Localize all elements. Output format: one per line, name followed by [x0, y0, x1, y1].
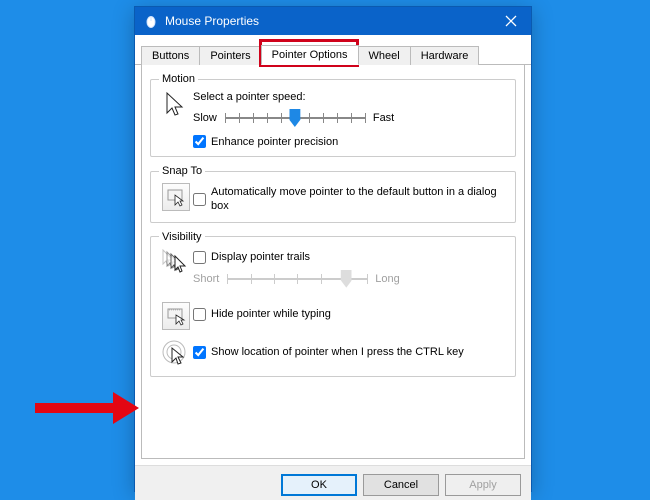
close-button[interactable] — [491, 7, 531, 35]
mouse-properties-window: Mouse Properties Buttons Pointers Pointe… — [134, 6, 532, 492]
tab-hardware[interactable]: Hardware — [410, 46, 480, 65]
tab-buttons[interactable]: Buttons — [141, 46, 200, 65]
desktop: Mouse Properties Buttons Pointers Pointe… — [0, 0, 650, 500]
enhance-precision-checkbox[interactable] — [193, 135, 206, 148]
tab-pointer-options[interactable]: Pointer Options — [261, 45, 359, 65]
show-location-icon — [159, 340, 193, 368]
trails-short-label: Short — [193, 273, 219, 285]
motion-cursor-icon — [159, 91, 193, 121]
legend-snap-to: Snap To — [159, 165, 205, 177]
hide-while-typing-checkbox[interactable] — [193, 308, 206, 321]
trails-long-label: Long — [375, 273, 399, 285]
snap-to-icon — [159, 183, 193, 211]
apply-button: Apply — [445, 474, 521, 496]
hide-while-typing-label[interactable]: Hide pointer while typing — [211, 308, 331, 320]
display-trails-label[interactable]: Display pointer trails — [211, 251, 310, 263]
group-visibility: Visibility Display pointer tr — [150, 231, 516, 377]
dialog-button-bar: OK Cancel Apply — [135, 465, 531, 500]
tab-wheel[interactable]: Wheel — [358, 46, 411, 65]
snap-to-label[interactable]: Automatically move pointer to the defaul… — [211, 185, 507, 214]
motion-speed-label: Select a pointer speed: — [193, 91, 507, 103]
window-title: Mouse Properties — [165, 14, 259, 28]
show-location-ctrl-label[interactable]: Show location of pointer when I press th… — [211, 346, 464, 358]
group-motion: Motion Select a pointer speed: Slow Fast — [150, 73, 516, 157]
trails-icon — [159, 249, 193, 275]
titlebar[interactable]: Mouse Properties — [135, 7, 531, 35]
motion-slow-label: Slow — [193, 112, 217, 124]
ok-button[interactable]: OK — [281, 474, 357, 496]
pointer-speed-slider[interactable] — [225, 107, 365, 129]
tab-bar: Buttons Pointers Pointer Options Wheel H… — [135, 41, 531, 65]
cancel-button[interactable]: Cancel — [363, 474, 439, 496]
motion-fast-label: Fast — [373, 112, 394, 124]
show-location-ctrl-checkbox[interactable] — [193, 346, 206, 359]
legend-visibility: Visibility — [159, 231, 205, 243]
tab-pointers[interactable]: Pointers — [199, 46, 261, 65]
tab-pane: Motion Select a pointer speed: Slow Fast — [141, 65, 525, 459]
snap-to-checkbox[interactable] — [193, 193, 206, 206]
mouse-icon — [143, 13, 159, 29]
display-trails-checkbox[interactable] — [193, 251, 206, 264]
annotation-arrow — [35, 392, 145, 422]
enhance-precision-label[interactable]: Enhance pointer precision — [211, 136, 338, 148]
trail-length-slider — [227, 268, 367, 290]
close-icon — [505, 15, 517, 27]
legend-motion: Motion — [159, 73, 198, 85]
group-snap-to: Snap To Automatically move pointer to th… — [150, 165, 516, 223]
hide-typing-icon — [159, 302, 193, 330]
